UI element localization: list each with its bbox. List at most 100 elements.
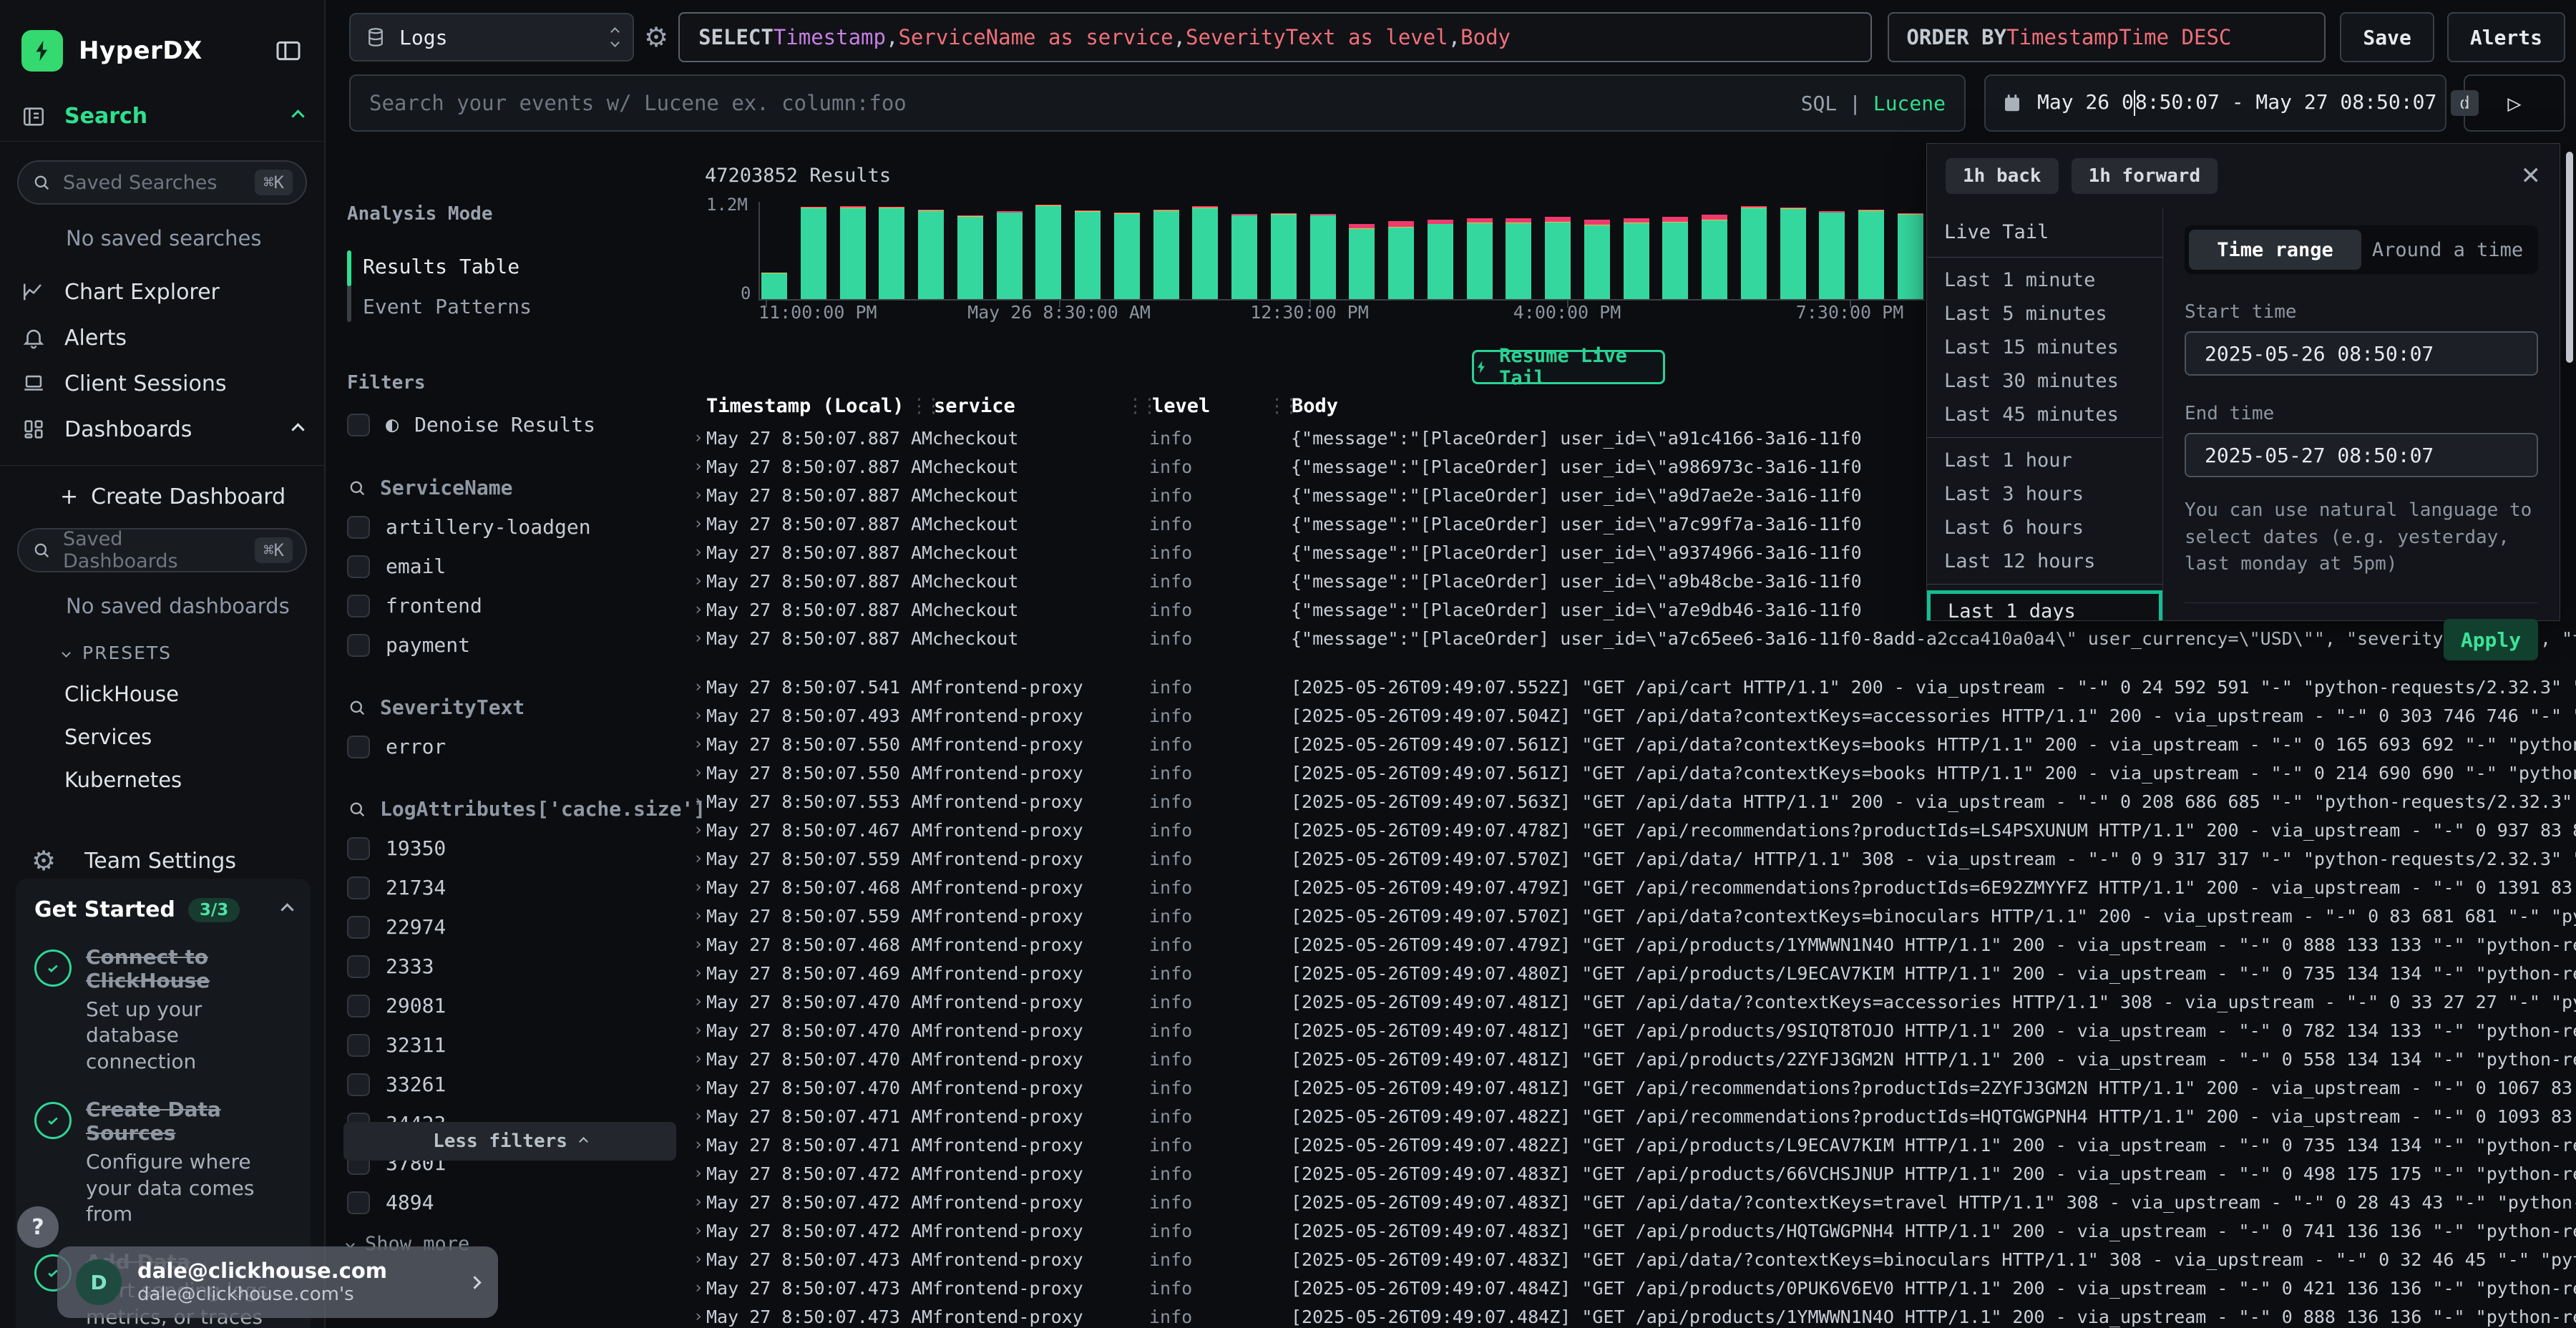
histogram-bar[interactable]: [1545, 217, 1571, 299]
histogram-bars[interactable]: [758, 202, 1925, 301]
help-button[interactable]: ?: [17, 1206, 59, 1248]
search-icon[interactable]: [347, 698, 367, 718]
row-expand-icon[interactable]: ›: [691, 992, 706, 1011]
apply-button[interactable]: Apply: [2444, 619, 2538, 660]
sidebar-item-alerts[interactable]: Alerts: [0, 315, 324, 361]
histogram-bar[interactable]: [1662, 217, 1688, 299]
relative-time-option[interactable]: Last 5 minutes: [1927, 297, 2162, 331]
relative-time-option[interactable]: Last 15 minutes: [1927, 331, 2162, 364]
relative-time-option[interactable]: Last 30 minutes: [1927, 364, 2162, 398]
histogram-bar[interactable]: [1075, 210, 1101, 299]
language-toggle-lucene[interactable]: Lucene: [1873, 92, 1946, 115]
row-expand-icon[interactable]: ›: [691, 600, 706, 619]
table-row[interactable]: › May 27 8:50:07.470 AM frontend-proxy i…: [691, 987, 2576, 1016]
histogram-bar[interactable]: [1231, 214, 1257, 299]
row-expand-icon[interactable]: ›: [691, 1307, 706, 1326]
chevron-up-icon[interactable]: [280, 903, 293, 916]
saved-dashboards-input[interactable]: Saved Dashboards ⌘K: [17, 528, 307, 572]
search-icon[interactable]: [347, 799, 367, 819]
sidebar-item-chart-explorer[interactable]: Chart Explorer: [0, 269, 324, 315]
facet-value-row[interactable]: 33261: [347, 1073, 691, 1096]
checklist-item[interactable]: Create Data Sources Configure where your…: [34, 1098, 292, 1227]
alerts-button[interactable]: Alerts: [2447, 12, 2565, 62]
relative-time-option[interactable]: Last 6 hours: [1927, 511, 2162, 545]
histogram-bar[interactable]: [1741, 206, 1767, 299]
histogram-bar[interactable]: [1428, 220, 1453, 299]
histogram-bar[interactable]: [1349, 224, 1375, 299]
facet-checkbox[interactable]: [347, 1073, 370, 1096]
sidebar-collapse-icon[interactable]: [274, 36, 303, 65]
histogram-bar[interactable]: [1702, 215, 1727, 299]
histogram-bar[interactable]: [1819, 211, 1845, 299]
relative-time-option[interactable]: Last 1 hour: [1927, 444, 2162, 477]
table-row[interactable]: › May 27 8:50:07.473 AM frontend-proxy i…: [691, 1302, 2576, 1328]
histogram-bar[interactable]: [1506, 218, 1531, 299]
shift-back-button[interactable]: 1h back: [1946, 158, 2059, 194]
search-icon[interactable]: [347, 478, 367, 498]
preset-item[interactable]: Services: [64, 725, 324, 749]
table-row[interactable]: › May 27 8:50:07.559 AM frontend-proxy i…: [691, 844, 2576, 873]
shift-forward-button[interactable]: 1h forward: [2072, 158, 2218, 194]
facet-value-row[interactable]: 4894: [347, 1191, 691, 1214]
preset-item[interactable]: Kubernetes: [64, 768, 324, 792]
facet-value-row[interactable]: 19350: [347, 836, 691, 860]
row-expand-icon[interactable]: ›: [691, 1107, 706, 1126]
preset-item[interactable]: ClickHouse: [64, 682, 324, 706]
histogram-bar[interactable]: [1035, 205, 1061, 299]
table-row[interactable]: › May 27 8:50:07.472 AM frontend-proxy i…: [691, 1188, 2576, 1216]
row-expand-icon[interactable]: ›: [691, 1078, 706, 1097]
table-row[interactable]: › May 27 8:50:07.541 AM frontend-proxy i…: [691, 673, 2576, 701]
row-expand-icon[interactable]: ›: [691, 678, 706, 696]
histogram-bar[interactable]: [918, 210, 944, 299]
tab-around-a-time[interactable]: Around a time: [2361, 230, 2534, 270]
create-dashboard-button[interactable]: + Create Dashboard: [0, 466, 324, 509]
facet-checkbox[interactable]: [347, 736, 370, 758]
histogram-bar[interactable]: [801, 207, 826, 299]
row-expand-icon[interactable]: ›: [691, 878, 706, 897]
source-select[interactable]: Logs: [349, 13, 634, 62]
facet-value-row[interactable]: 32311: [347, 1033, 691, 1057]
relative-time-option[interactable]: Last 1 days: [1927, 590, 2162, 620]
presets-toggle[interactable]: PRESETS: [63, 643, 324, 663]
facet-checkbox[interactable]: [347, 1191, 370, 1214]
col-timestamp[interactable]: Timestamp (Local): [706, 395, 904, 417]
row-expand-icon[interactable]: ›: [691, 735, 706, 753]
table-row[interactable]: › May 27 8:50:07.470 AM frontend-proxy i…: [691, 1073, 2576, 1102]
table-row[interactable]: › May 27 8:50:07.550 AM frontend-proxy i…: [691, 730, 2576, 758]
facet-value-row[interactable]: payment: [347, 633, 691, 657]
facet-checkbox[interactable]: [347, 837, 370, 860]
histogram-bar[interactable]: [1858, 210, 1884, 299]
histogram-bar[interactable]: [1898, 213, 1923, 299]
facet-checkbox[interactable]: [347, 916, 370, 939]
row-expand-icon[interactable]: ›: [691, 1193, 706, 1211]
row-expand-icon[interactable]: ›: [691, 763, 706, 782]
histogram-bar[interactable]: [1114, 213, 1140, 299]
row-expand-icon[interactable]: ›: [691, 821, 706, 839]
row-expand-icon[interactable]: ›: [691, 1250, 706, 1269]
denoise-checkbox[interactable]: [347, 414, 370, 436]
relative-time-option[interactable]: Last 1 minute: [1927, 263, 2162, 297]
denoise-results-row[interactable]: ◐ Denoise Results: [347, 412, 691, 437]
resume-live-tail-button[interactable]: Resume Live Tail: [1472, 350, 1665, 384]
checklist-item[interactable]: Connect to ClickHouse Set up your databa…: [34, 945, 292, 1075]
histogram-bar[interactable]: [840, 206, 866, 299]
save-button[interactable]: Save: [2340, 12, 2434, 62]
source-settings-gear-icon[interactable]: ⚙: [644, 21, 668, 53]
table-row[interactable]: › May 27 8:50:07.472 AM frontend-proxy i…: [691, 1159, 2576, 1188]
histogram-bar[interactable]: [997, 211, 1023, 299]
facet-value-row[interactable]: email: [347, 555, 691, 578]
facet-value-row[interactable]: 21734: [347, 876, 691, 899]
table-row[interactable]: › May 27 8:50:07.467 AM frontend-proxy i…: [691, 816, 2576, 844]
histogram-bar[interactable]: [1624, 218, 1649, 299]
table-row[interactable]: › May 27 8:50:07.473 AM frontend-proxy i…: [691, 1274, 2576, 1302]
row-expand-icon[interactable]: ›: [691, 1136, 706, 1154]
row-expand-icon[interactable]: ›: [691, 792, 706, 811]
language-toggle-sql[interactable]: SQL: [1801, 92, 1838, 115]
row-expand-icon[interactable]: ›: [691, 457, 706, 476]
histogram-bar[interactable]: [1310, 214, 1336, 299]
col-body[interactable]: Body: [1292, 395, 1338, 417]
table-row[interactable]: › May 27 8:50:07.553 AM frontend-proxy i…: [691, 787, 2576, 816]
facet-checkbox[interactable]: [347, 595, 370, 617]
row-expand-icon[interactable]: ›: [691, 429, 706, 447]
facet-value-row[interactable]: 29081: [347, 994, 691, 1017]
